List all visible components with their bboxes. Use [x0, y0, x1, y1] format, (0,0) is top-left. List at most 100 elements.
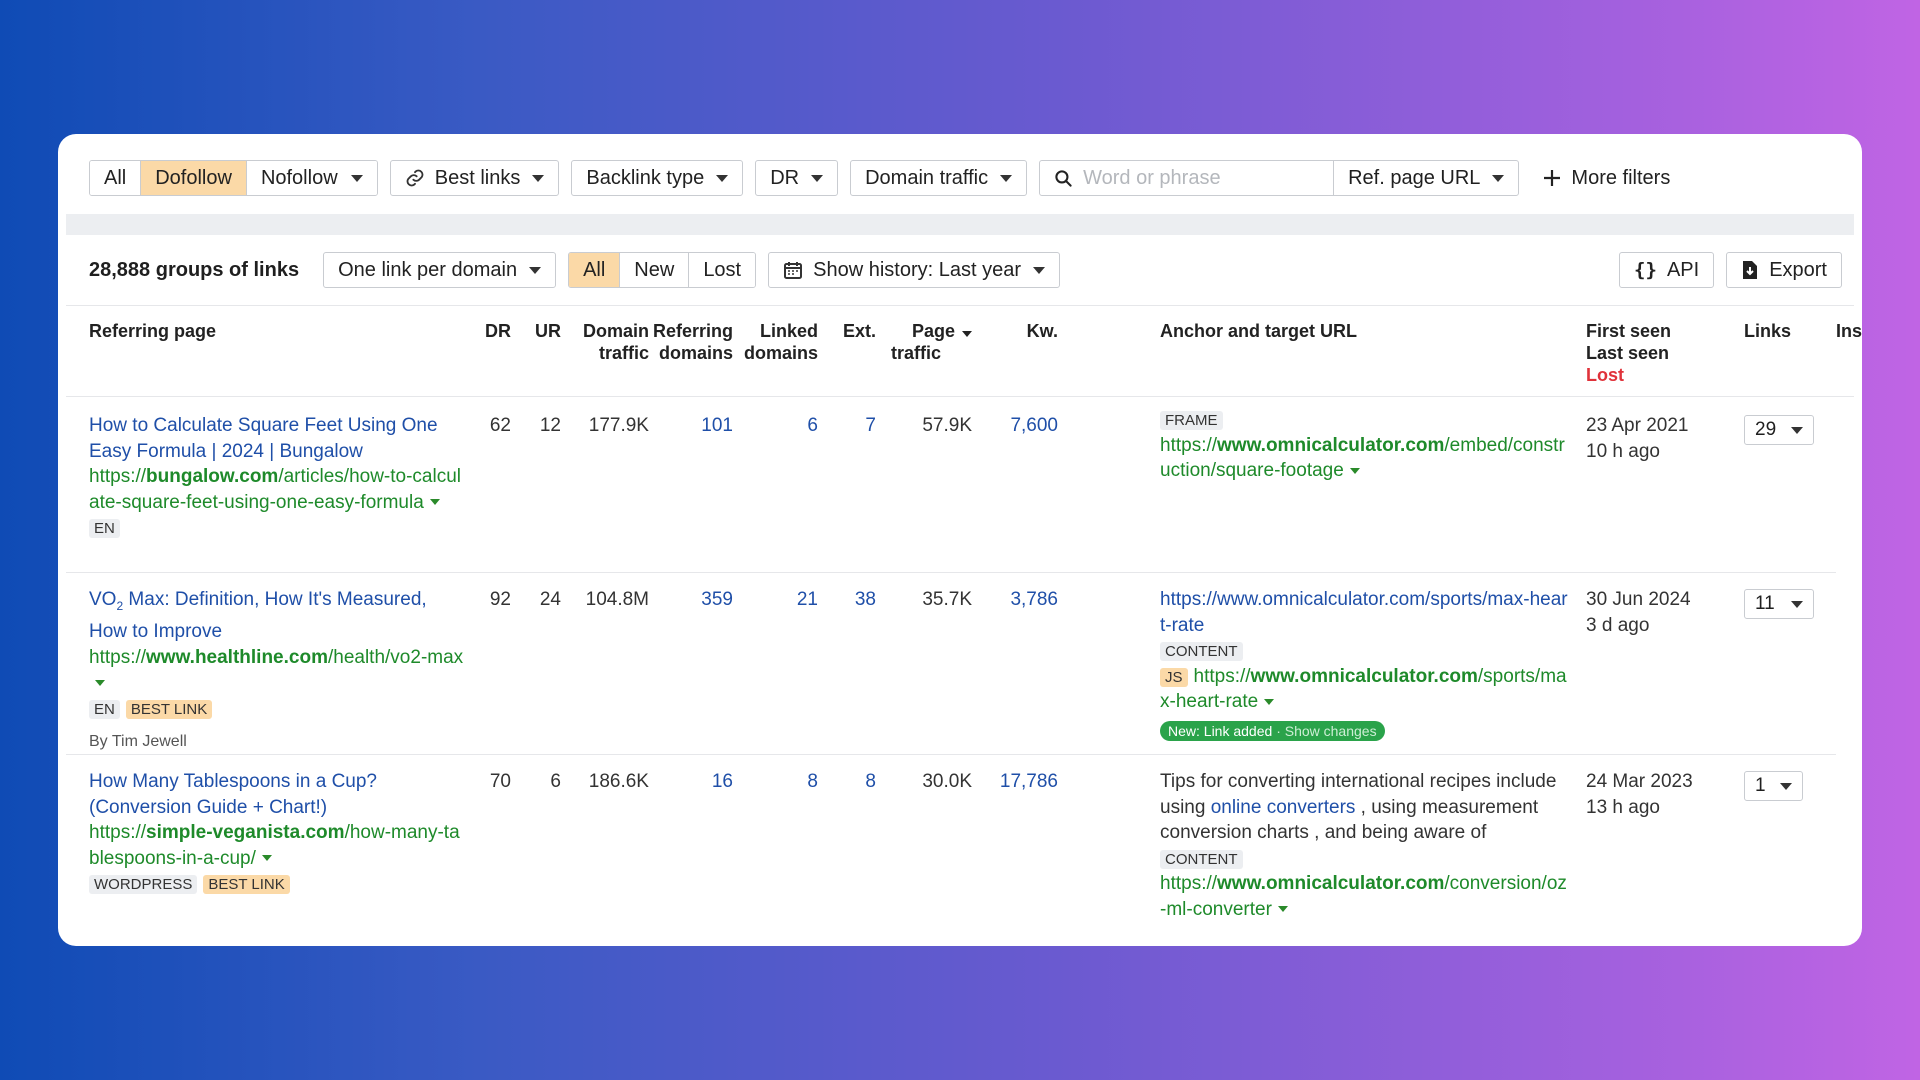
- col-kw[interactable]: Kw.: [986, 320, 1058, 342]
- url-scheme: https://: [89, 646, 147, 668]
- filter-nofollow[interactable]: Nofollow: [246, 161, 377, 195]
- first-seen-value: 24 Mar 2023: [1586, 771, 1693, 792]
- linked-domains-value[interactable]: 8: [736, 769, 818, 795]
- search-input[interactable]: [1083, 166, 1304, 190]
- links-count: 1: [1755, 775, 1766, 796]
- col-page-traffic-line1: Page: [911, 321, 955, 341]
- col-ext[interactable]: Ext.: [826, 320, 876, 342]
- linked-domains-value[interactable]: 21: [736, 587, 818, 613]
- col-dr[interactable]: DR: [471, 320, 511, 342]
- sort-desc-icon: [962, 331, 972, 337]
- show-changes-link[interactable]: · Show changes: [1276, 723, 1376, 739]
- dr-dropdown[interactable]: DR: [755, 160, 839, 196]
- link-type-segment: All Dofollow Nofollow: [89, 160, 378, 196]
- col-referring-domains[interactable]: Referring domains: [646, 320, 733, 364]
- chevron-down-icon[interactable]: [1277, 906, 1288, 913]
- filter-nofollow-label: Nofollow: [260, 166, 338, 189]
- export-button[interactable]: Export: [1726, 252, 1842, 288]
- best-links-dropdown[interactable]: Best links: [389, 160, 560, 196]
- seen-cell: 30 Jun 2024 3 d ago: [1586, 587, 1691, 638]
- url-scheme: https://: [1160, 873, 1218, 894]
- tab-lost[interactable]: Lost: [689, 253, 756, 287]
- filter-all[interactable]: All: [90, 161, 142, 195]
- referring-page-title[interactable]: How Many Tablespoons in a Cup? (Conversi…: [89, 769, 464, 820]
- history-dropdown[interactable]: Show history: Last year: [768, 252, 1060, 288]
- ur-value: 6: [550, 771, 561, 792]
- referring-page-title[interactable]: VO2 Max: Definition, How It's Measured, …: [89, 587, 464, 645]
- ref-domains-value[interactable]: 16: [646, 769, 733, 795]
- anchor-link[interactable]: https://www.omnicalculator.com/sports/ma…: [1160, 587, 1570, 638]
- ext-value[interactable]: 7: [826, 413, 876, 439]
- referring-page-url[interactable]: https://www.healthline.com/health/vo2-ma…: [89, 645, 464, 696]
- domain-traffic-value: 177.9K: [588, 415, 649, 436]
- tab-all[interactable]: All: [569, 253, 621, 287]
- chevron-down-icon[interactable]: [1264, 698, 1275, 705]
- export-icon: [1743, 261, 1758, 279]
- backlink-type-dropdown[interactable]: Backlink type: [571, 160, 744, 196]
- referring-page-title[interactable]: How to Calculate Square Feet Using One E…: [89, 413, 464, 464]
- ext-value[interactable]: 8: [826, 769, 876, 795]
- api-button[interactable]: {} API: [1619, 252, 1715, 288]
- ext-value[interactable]: 38: [826, 587, 876, 613]
- chevron-down-icon[interactable]: [261, 855, 272, 862]
- last-seen-value: 10 h ago: [1586, 440, 1660, 462]
- chevron-down-icon[interactable]: [95, 680, 105, 687]
- table-row: VO2 Max: Definition, How It's Measured, …: [66, 573, 1836, 755]
- anchor-cell: https://www.omnicalculator.com/sports/ma…: [1160, 587, 1570, 743]
- search-group: Ref. page URL: [1039, 160, 1520, 196]
- ref-domains-value[interactable]: 359: [646, 587, 733, 613]
- divider-band: [66, 214, 1854, 235]
- new-link-badge[interactable]: New: Link added · Show changes: [1160, 720, 1385, 741]
- more-filters-button[interactable]: More filters: [1543, 167, 1670, 190]
- target-url[interactable]: https://www.omnicalculator.com/embed/con…: [1160, 433, 1570, 484]
- col-referring-page[interactable]: Referring page: [89, 320, 216, 342]
- kw-value[interactable]: 17,786: [986, 769, 1058, 795]
- tab-new[interactable]: New: [620, 253, 690, 287]
- link-icon: [406, 169, 424, 187]
- col-anchor[interactable]: Anchor and target URL: [1160, 320, 1357, 342]
- grouping-dropdown[interactable]: One link per domain: [323, 252, 557, 288]
- links-count: 29: [1755, 419, 1777, 440]
- col-seen[interactable]: First seen Last seen Lost: [1586, 320, 1671, 386]
- url-domain: www.healthline.com: [146, 646, 328, 668]
- anchor-link[interactable]: online converters: [1211, 797, 1356, 818]
- domain-traffic-value: 186.6K: [588, 771, 649, 792]
- dr-value: 62: [489, 415, 511, 436]
- col-links[interactable]: Links: [1744, 320, 1791, 342]
- table-row: How to Calculate Square Feet Using One E…: [66, 397, 1836, 573]
- best-link-tag: BEST LINK: [125, 699, 213, 719]
- referring-page-url[interactable]: https://simple-veganista.com/how-many-ta…: [89, 820, 464, 871]
- filter-dofollow[interactable]: Dofollow: [141, 161, 247, 195]
- best-link-tag: BEST LINK: [203, 875, 290, 894]
- col-domain-traffic[interactable]: Domain traffic: [571, 320, 649, 364]
- chevron-down-icon: [1780, 782, 1792, 790]
- linked-domains-value[interactable]: 6: [736, 413, 818, 439]
- chevron-down-icon: [529, 266, 542, 274]
- target-url[interactable]: JS https://www.omnicalculator.com/sports/…: [1160, 664, 1570, 715]
- api-label: API: [1666, 258, 1700, 281]
- domain-traffic-dropdown[interactable]: Domain traffic: [850, 160, 1028, 196]
- content-tag: CONTENT: [1160, 849, 1243, 869]
- results-toolbar: 28,888 groups of links One link per doma…: [66, 235, 1854, 305]
- chevron-down-icon: [1000, 174, 1013, 182]
- chevron-down-icon[interactable]: [429, 499, 440, 506]
- referring-page-url[interactable]: https://bungalow.com/articles/how-to-cal…: [89, 464, 464, 515]
- col-ur[interactable]: UR: [521, 320, 561, 342]
- links-dropdown[interactable]: 11: [1744, 589, 1814, 619]
- first-seen-value: 23 Apr 2021: [1586, 415, 1689, 436]
- col-page-traffic[interactable]: Page traffic: [886, 320, 972, 364]
- col-linked-domains[interactable]: Linked domains: [736, 320, 818, 364]
- page-traffic-value: 57.9K: [922, 415, 972, 436]
- url-domain: bungalow.com: [146, 466, 279, 487]
- anchor-cell: FRAME https://www.omnicalculator.com/emb…: [1160, 407, 1570, 484]
- chevron-down-icon[interactable]: [1349, 467, 1360, 474]
- ref-page-url-dropdown[interactable]: Ref. page URL: [1334, 161, 1518, 195]
- best-links-label: Best links: [434, 166, 521, 189]
- kw-value[interactable]: 7,600: [986, 413, 1058, 439]
- kw-value[interactable]: 3,786: [986, 587, 1058, 613]
- links-dropdown[interactable]: 29: [1744, 415, 1814, 445]
- target-url[interactable]: https://www.omnicalculator.com/conversio…: [1160, 871, 1570, 922]
- ref-domains-value[interactable]: 101: [646, 413, 733, 439]
- links-dropdown[interactable]: 1: [1744, 771, 1803, 801]
- url-scheme: https://: [1193, 665, 1251, 687]
